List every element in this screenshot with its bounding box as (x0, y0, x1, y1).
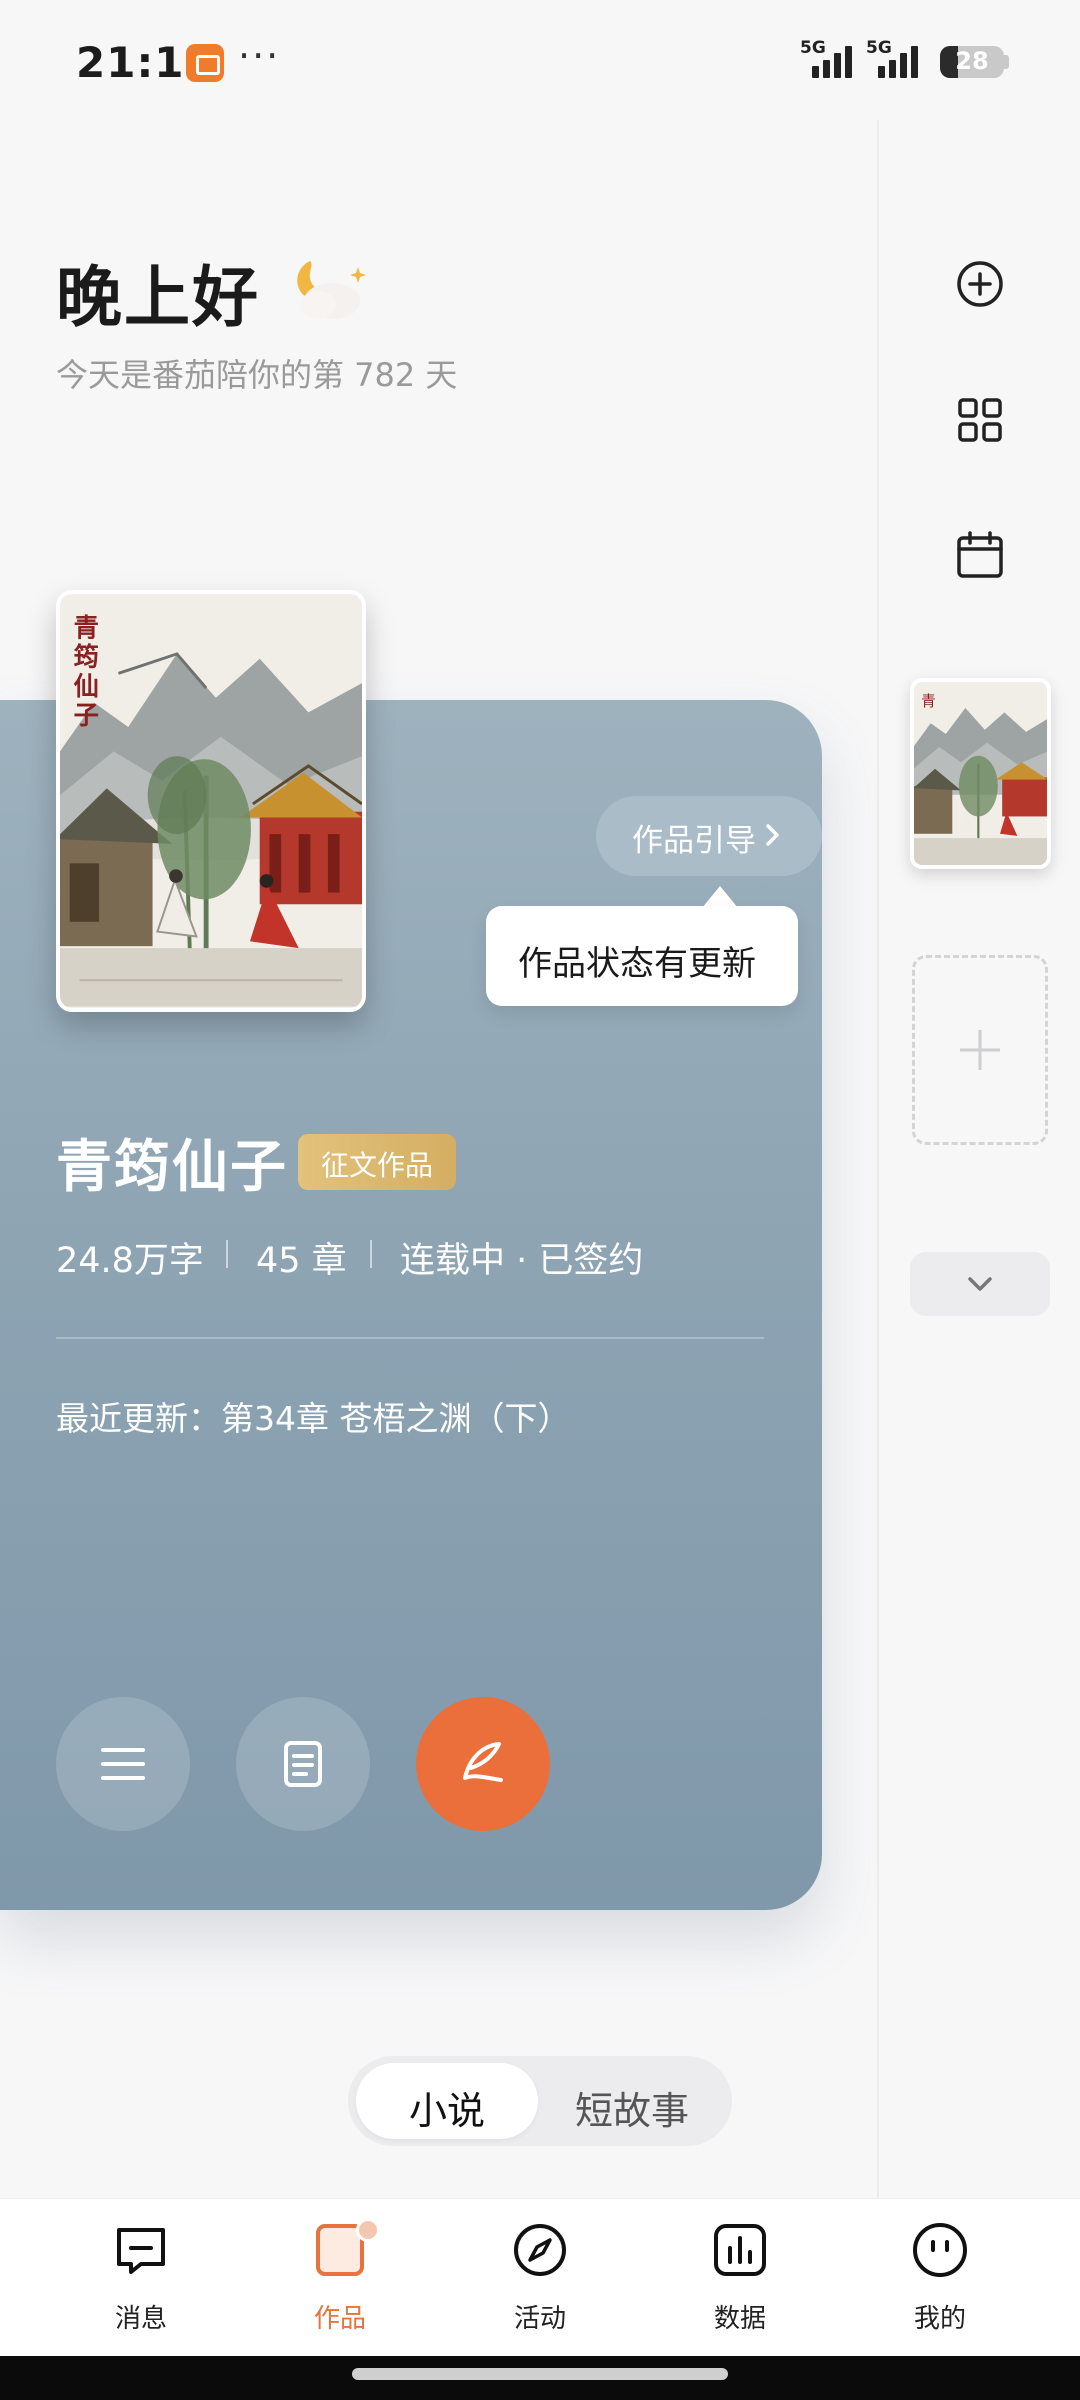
nav-item-activities[interactable]: 活动 (470, 2220, 610, 2340)
message-icon (117, 2228, 165, 2274)
network-type-label: 5G (800, 38, 826, 58)
rail-divider (877, 120, 879, 2200)
svg-text:仙: 仙 (74, 671, 99, 701)
menu-button[interactable] (56, 1697, 190, 1831)
nav-label: 我的 (913, 2304, 966, 2334)
works-guide-label: 作品引导 (632, 823, 756, 859)
contest-badge-label: 征文作品 (320, 1149, 433, 1182)
chevron-right-icon (762, 822, 784, 848)
card-divider (56, 1337, 764, 1339)
svg-text:青: 青 (921, 693, 936, 710)
svg-text:筠: 筠 (74, 642, 99, 672)
nav-item-data[interactable]: 数据 (670, 2220, 810, 2340)
book-cover[interactable]: 青 筠 仙 子 (56, 590, 366, 1012)
profile-icon (913, 2223, 967, 2277)
meta-separator (226, 1240, 228, 1268)
tab-novel[interactable]: 小说 (356, 2080, 538, 2135)
network-type-label: 5G (866, 38, 892, 58)
meta-separator (370, 1240, 372, 1268)
grid-icon[interactable] (950, 390, 1010, 450)
book-status: 连载中 · 已签约 (400, 1241, 644, 1281)
signal-strength-icon: 5G (866, 38, 928, 82)
chapter-count: 45 章 (256, 1241, 347, 1281)
expand-button[interactable] (910, 1252, 1050, 1316)
add-circle-icon[interactable] (950, 254, 1010, 314)
write-button[interactable] (416, 1697, 550, 1831)
nav-label: 作品 (313, 2304, 366, 2334)
rail-book-thumbnail[interactable]: 青 (910, 678, 1051, 869)
nav-item-works[interactable]: 作品 (270, 2218, 410, 2340)
app-notification-icon (186, 44, 224, 82)
quill-icon (463, 1742, 503, 1782)
compass-icon (514, 2224, 566, 2276)
svg-text:青: 青 (74, 612, 99, 642)
home-indicator[interactable] (352, 2368, 728, 2380)
add-book-slot[interactable] (912, 955, 1048, 1145)
calendar-icon[interactable] (950, 525, 1010, 585)
signal-strength-icon: 5G (800, 38, 862, 82)
menu-icon (101, 1748, 145, 1780)
chevron-down-icon (968, 1277, 992, 1291)
battery-icon: 28 (940, 46, 1004, 78)
nav-label: 活动 (513, 2304, 566, 2334)
greeting-title: 晚上好 (56, 258, 260, 336)
nav-item-messages[interactable]: 消息 (71, 2220, 211, 2340)
works-badge-dot (356, 2218, 380, 2242)
chapters-button[interactable] (236, 1697, 370, 1831)
document-icon (284, 1741, 322, 1787)
tooltip-arrow (702, 886, 738, 908)
battery-level: 28 (955, 47, 989, 75)
tooltip-text: 作品状态有更新 (518, 944, 756, 984)
nav-label: 数据 (713, 2304, 766, 2334)
days-subtitle: 今天是番茄陪你的第 782 天 (56, 356, 458, 394)
battery-tip (1004, 55, 1009, 69)
word-count: 24.8万字 (56, 1241, 204, 1281)
moon-cloud-icon (280, 255, 372, 325)
book-title[interactable]: 青筠仙子 (56, 1122, 288, 1203)
more-notifications-icon: ··· (238, 34, 281, 78)
nav-item-profile[interactable]: 我的 (870, 2220, 1010, 2340)
nav-label: 消息 (114, 2304, 167, 2334)
svg-text:子: 子 (74, 700, 99, 730)
latest-update[interactable]: 最近更新：第34章 苍梧之渊（下） (56, 1392, 570, 1440)
chart-icon (714, 2224, 766, 2276)
tab-short-story[interactable]: 短故事 (540, 2080, 724, 2135)
